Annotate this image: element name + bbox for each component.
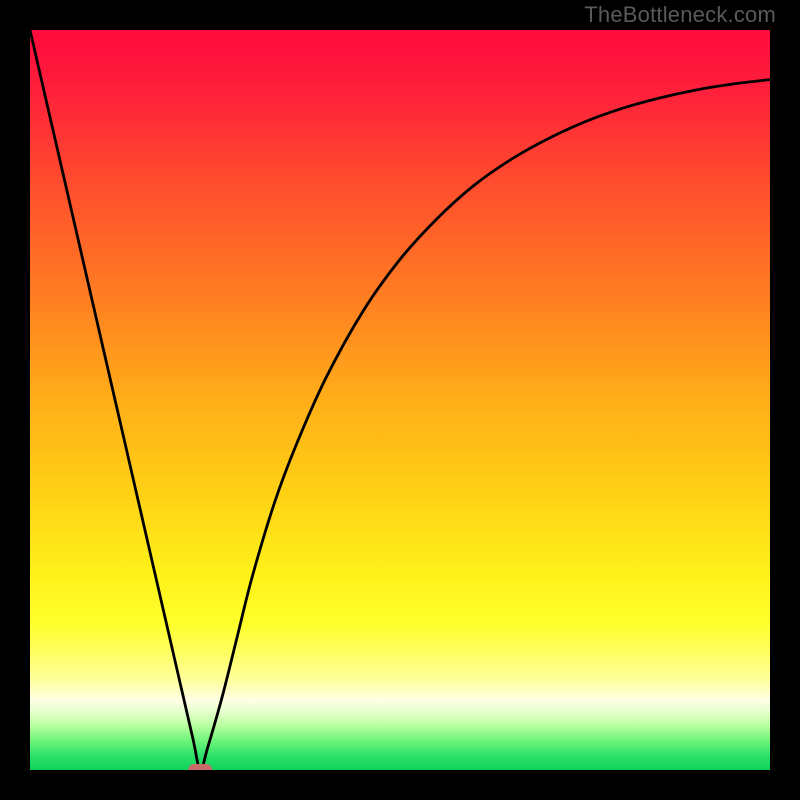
plot-background bbox=[30, 30, 770, 770]
optimal-marker bbox=[188, 764, 212, 770]
chart-frame: TheBottleneck.com bbox=[0, 0, 800, 800]
bottleneck-chart bbox=[30, 30, 770, 770]
watermark-text: TheBottleneck.com bbox=[584, 2, 776, 28]
